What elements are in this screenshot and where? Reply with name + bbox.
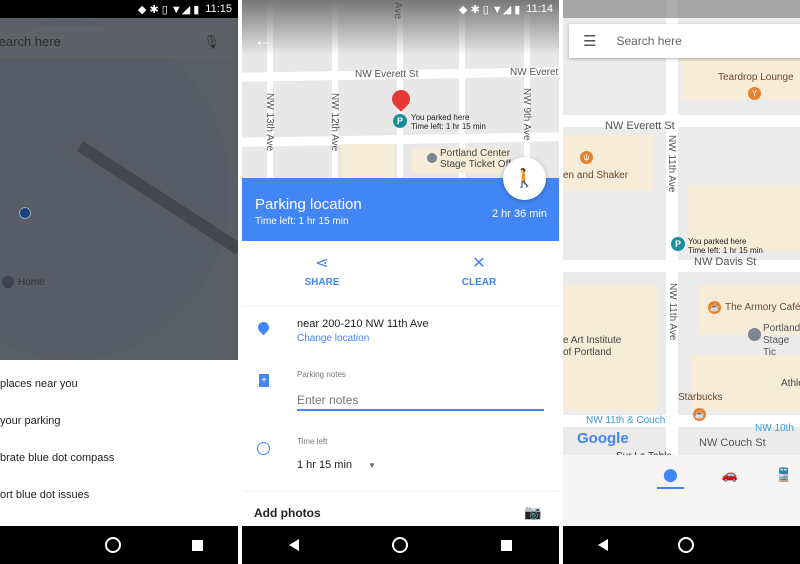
status-bar: ◆ ✱ ▯ ▼◢ ▮ 11:14 xyxy=(458,3,553,16)
parking-icon[interactable]: P xyxy=(671,237,685,251)
blue-dot xyxy=(19,207,31,219)
share-label: SHARE xyxy=(304,277,340,288)
red-pin-icon xyxy=(388,86,414,112)
nav-bar xyxy=(563,526,800,564)
menu-item[interactable]: ort blue dot issues xyxy=(0,477,238,514)
clear-button[interactable]: ✕ CLEAR xyxy=(439,253,519,288)
walk-time: 2 hr 36 min xyxy=(491,208,547,220)
street-label: NW 9th Ave xyxy=(521,88,532,141)
nav-recents-button[interactable] xyxy=(501,539,513,551)
restaurant-icon: ψ xyxy=(580,151,593,164)
header-subtitle: Time left: 1 hr 15 min xyxy=(255,216,349,227)
street-label: NW Everett St xyxy=(355,69,419,80)
google-logo: Google xyxy=(577,430,629,447)
place-label: en and Shaker xyxy=(563,170,629,181)
nav-recents-button[interactable] xyxy=(191,539,203,551)
back-arrow-icon[interactable]: ← xyxy=(254,30,272,51)
parking-detail-screen: NW Everett St NW Everett NW 13th Ave NW … xyxy=(242,0,559,564)
nav-bar xyxy=(0,526,238,564)
header-title: Parking location xyxy=(255,196,362,213)
add-photos-label: Add photos xyxy=(254,506,321,520)
menu-item[interactable]: brate blue dot compass xyxy=(0,440,238,477)
notes-input[interactable] xyxy=(297,391,544,411)
bottom-tabs: ⬤ 🚗 🚆 xyxy=(563,455,800,526)
clock: 11:14 xyxy=(526,3,553,15)
home-label: Home xyxy=(18,277,45,288)
dropdown-arrow-icon: ▼ xyxy=(368,461,376,470)
location-pin-icon xyxy=(255,319,272,336)
street-label: NW 11th Ave xyxy=(667,283,678,341)
notes-label: Parking notes xyxy=(297,370,346,379)
status-bar: ◆ ✱ ▯ ▼◢ ▮ 11:15 xyxy=(0,0,238,18)
nav-back-button[interactable] xyxy=(598,539,609,551)
nav-home-button[interactable] xyxy=(678,537,695,553)
menu-item[interactable]: places near you xyxy=(0,366,238,403)
nav-back-button[interactable] xyxy=(288,539,299,551)
street-label: NW Davis St xyxy=(694,256,757,268)
person-icon xyxy=(427,153,437,163)
share-button[interactable]: ⋖ SHARE xyxy=(282,253,362,288)
change-location-link[interactable]: Change location xyxy=(297,333,369,344)
street-label: NW 11th Ave xyxy=(666,135,677,193)
bar-icon: Y xyxy=(748,87,761,100)
walking-icon: 🚶 xyxy=(513,168,536,188)
clock: 11:15 xyxy=(205,3,232,15)
car-icon[interactable]: 🚗 xyxy=(722,467,738,526)
cafe-icon: ☕ xyxy=(693,408,706,421)
street-label: NW 10th xyxy=(755,423,794,434)
parking-marker-label: You parked here Time left: 1 hr 15 min xyxy=(688,237,763,255)
place-label: Starbucks xyxy=(678,392,723,403)
home-icon xyxy=(2,276,14,288)
add-photo-camera-icon[interactable]: 📷 xyxy=(524,504,541,521)
transit-stop-label: NW 11th & Couch xyxy=(586,415,666,426)
place-label: Portland Stage Tic xyxy=(763,323,800,358)
search-input[interactable]: Search here xyxy=(616,34,681,48)
time-left-label: Time left xyxy=(297,437,328,446)
share-icon: ⋖ xyxy=(315,255,329,272)
add-note-icon: + xyxy=(259,374,269,387)
place-label: e Art Institute of Portland xyxy=(563,335,622,358)
hamburger-menu-icon[interactable]: ☰ xyxy=(583,32,596,50)
nav-bar xyxy=(242,526,559,564)
transit-icon[interactable]: 🚆 xyxy=(776,467,792,526)
status-bar xyxy=(563,0,800,18)
place-label: The Armory Café xyxy=(725,302,800,313)
parking-icon: P xyxy=(393,114,407,128)
nav-home-button[interactable] xyxy=(391,537,408,553)
close-icon: ✕ xyxy=(472,255,486,272)
poi-label: Portland Center Stage Ticket Off xyxy=(440,148,511,170)
street-label: NW 13th Ave xyxy=(264,93,275,152)
map-screen: NW Everett St NW 11th Ave NW 11th Ave NW… xyxy=(563,0,800,564)
cafe-icon: ☕ xyxy=(708,301,721,314)
menu-item[interactable]: your parking xyxy=(0,403,238,440)
screen-dimmed-map: Home ◆ ✱ ▯ ▼◢ ▮11:15 Search here 🎙 place… xyxy=(0,0,238,564)
street-label: NW Everett xyxy=(510,67,559,78)
walking-directions-button[interactable]: 🚶 xyxy=(503,157,546,200)
time-left-dropdown[interactable]: 1 hr 15 min ▼ xyxy=(297,459,376,473)
search-bar[interactable]: Search here 🎙 xyxy=(0,25,232,58)
clear-label: CLEAR xyxy=(461,277,497,288)
place-label: Teardrop Lounge xyxy=(718,72,794,83)
search-bar[interactable]: ☰ Search here xyxy=(569,24,800,58)
street-label: NW 12th Ave xyxy=(329,93,340,152)
time-left-value: 1 hr 15 min xyxy=(297,459,353,471)
street-label: NW Couch St xyxy=(699,437,766,449)
map[interactable]: NW Everett St NW 11th Ave NW 11th Ave NW… xyxy=(563,0,800,462)
place-label: Athle xyxy=(781,378,800,389)
explore-pin-icon[interactable]: ⬤ xyxy=(657,467,684,489)
clock-icon xyxy=(257,442,270,455)
mic-icon[interactable]: 🎙 xyxy=(203,34,220,50)
address: near 200-210 NW 11th Ave xyxy=(297,318,429,330)
street-label: NW Everett St xyxy=(605,120,675,132)
parking-marker-label: You parked here Time left: 1 hr 15 min xyxy=(411,113,486,131)
nav-home-button[interactable] xyxy=(105,537,122,553)
map[interactable]: NW Everett St NW Everett NW 13th Ave NW … xyxy=(242,0,559,180)
search-input[interactable]: Search here xyxy=(0,34,61,49)
menu-list: places near you your parking brate blue … xyxy=(0,366,238,514)
person-icon xyxy=(748,328,761,341)
